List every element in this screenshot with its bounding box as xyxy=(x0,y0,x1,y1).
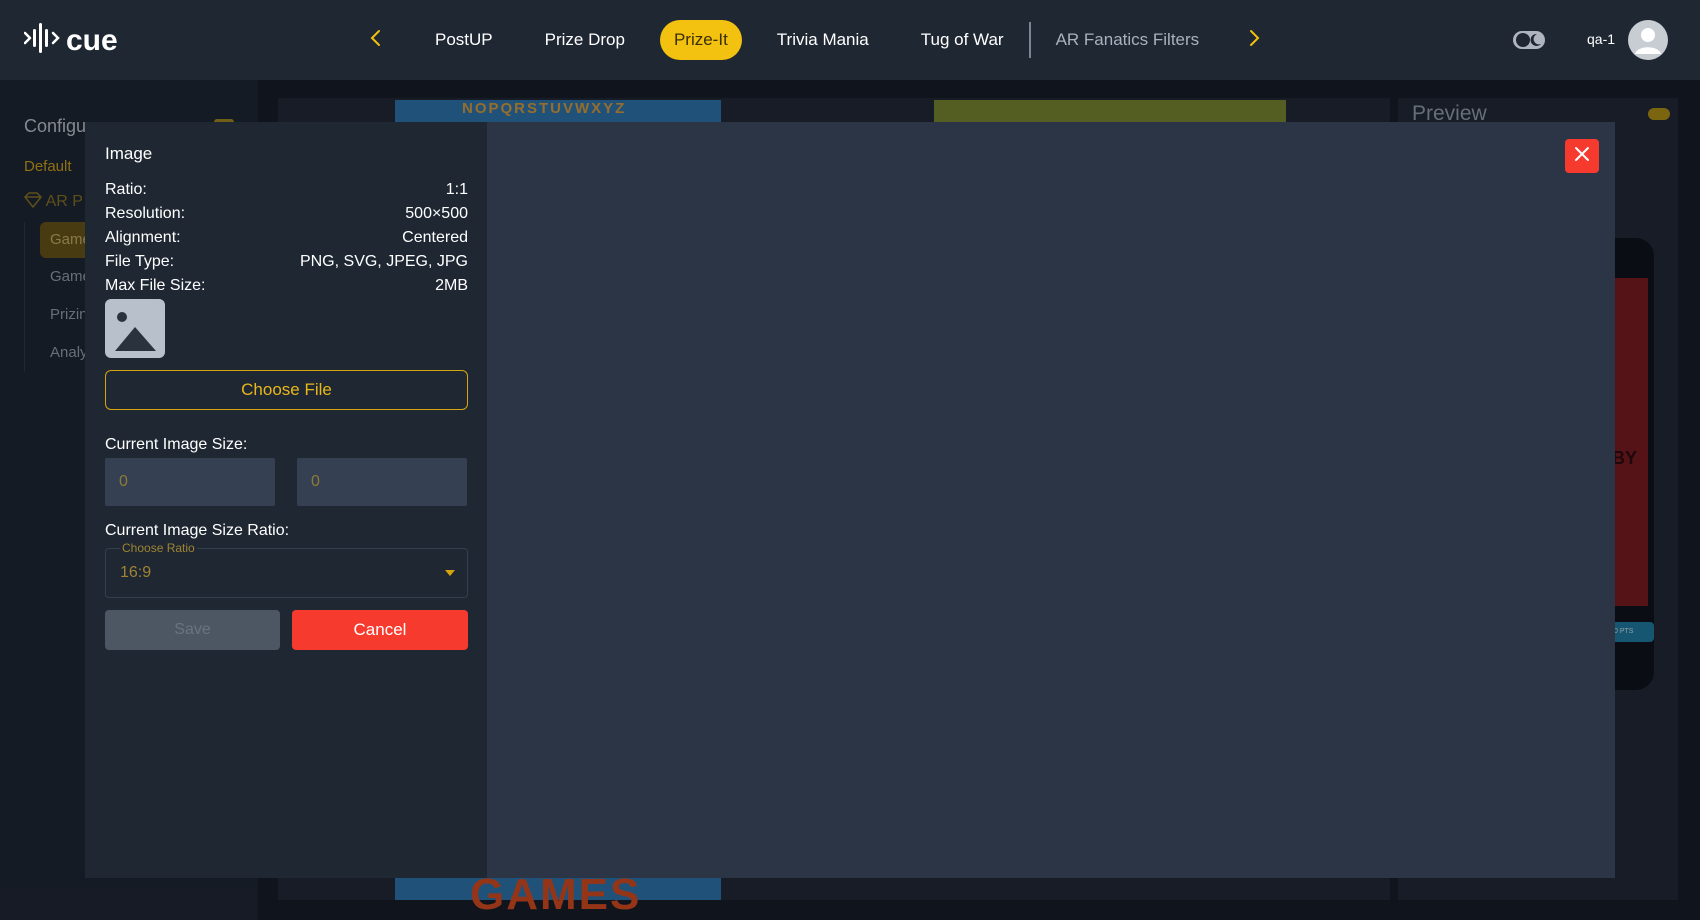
image-placeholder xyxy=(105,299,165,358)
tab-tug-of-war[interactable]: Tug of War xyxy=(904,20,1021,60)
logo-wordmark: cue xyxy=(66,23,118,57)
close-icon xyxy=(1574,146,1590,167)
height-input[interactable] xyxy=(297,458,467,506)
spec-value: 1:1 xyxy=(445,181,468,198)
tab-postup[interactable]: PostUP xyxy=(418,20,510,60)
spec-row-alignment: Alignment: Centered xyxy=(105,229,468,247)
ratio-selected-value: 16:9 xyxy=(120,564,152,581)
game-tabs: PostUP Prize Drop Prize-It Trivia Mania … xyxy=(418,19,1234,61)
user-avatar-icon xyxy=(1628,28,1668,60)
spec-value: 2MB xyxy=(435,277,468,294)
avatar[interactable] xyxy=(1628,20,1668,60)
theme-toggle[interactable] xyxy=(1513,30,1545,55)
spec-label: File Type: xyxy=(105,253,175,270)
modal-title: Image xyxy=(105,144,153,163)
user-name: qa-1 xyxy=(1587,31,1616,47)
cancel-button[interactable]: Cancel xyxy=(292,610,468,650)
spec-label: Alignment: xyxy=(105,229,181,246)
chevron-right-icon xyxy=(1247,29,1261,52)
spec-row-resolution: Resolution: 500×500 xyxy=(105,205,468,223)
spec-label: Max File Size: xyxy=(105,277,206,294)
moon-toggle-icon xyxy=(1513,31,1545,54)
ratio-select[interactable]: Choose Ratio 16:9 xyxy=(105,541,468,598)
image-upload-modal: Image Ratio: 1:1 Resolution: 500×500 Ali… xyxy=(85,122,1615,878)
ratio-select-legend: Choose Ratio xyxy=(120,541,197,555)
choose-file-button[interactable]: Choose File xyxy=(105,370,468,410)
nav-next-arrow[interactable] xyxy=(1240,26,1268,54)
spec-label: Ratio: xyxy=(105,181,147,198)
tab-prize-it[interactable]: Prize-It xyxy=(659,20,742,60)
image-settings-panel: Image Ratio: 1:1 Resolution: 500×500 Ali… xyxy=(85,122,487,878)
tab-trivia-mania[interactable]: Trivia Mania xyxy=(760,20,886,60)
spec-value: PNG, SVG, JPEG, JPG xyxy=(299,253,468,270)
width-input[interactable] xyxy=(105,458,275,506)
current-ratio-label: Current Image Size Ratio: xyxy=(105,522,290,539)
image-icon xyxy=(105,312,165,362)
tab-prize-drop[interactable]: Prize Drop xyxy=(528,20,642,60)
spec-value: 500×500 xyxy=(405,205,468,222)
nav-prev-arrow[interactable] xyxy=(362,26,390,54)
spec-label: Resolution: xyxy=(105,205,186,222)
nav-divider xyxy=(1028,22,1031,58)
spec-row-max-file-size: Max File Size: 2MB xyxy=(105,277,468,295)
chevron-left-icon xyxy=(369,29,383,52)
waveform-logo-icon xyxy=(23,20,60,61)
caret-down-icon xyxy=(445,570,455,576)
spec-row-file-type: File Type: PNG, SVG, JPEG, JPG xyxy=(105,253,468,271)
app-logo[interactable]: cue xyxy=(23,20,118,61)
tab-ar-fanatics-filters[interactable]: AR Fanatics Filters xyxy=(1039,20,1217,60)
spec-value: Centered xyxy=(402,229,468,246)
close-modal-button[interactable] xyxy=(1565,139,1599,173)
spec-row-ratio: Ratio: 1:1 xyxy=(105,181,468,199)
current-size-label: Current Image Size: xyxy=(105,436,248,453)
save-button[interactable]: Save xyxy=(105,610,280,650)
top-navigation-bar: cue PostUP Prize Drop Prize-It Trivia Ma… xyxy=(0,0,1700,80)
